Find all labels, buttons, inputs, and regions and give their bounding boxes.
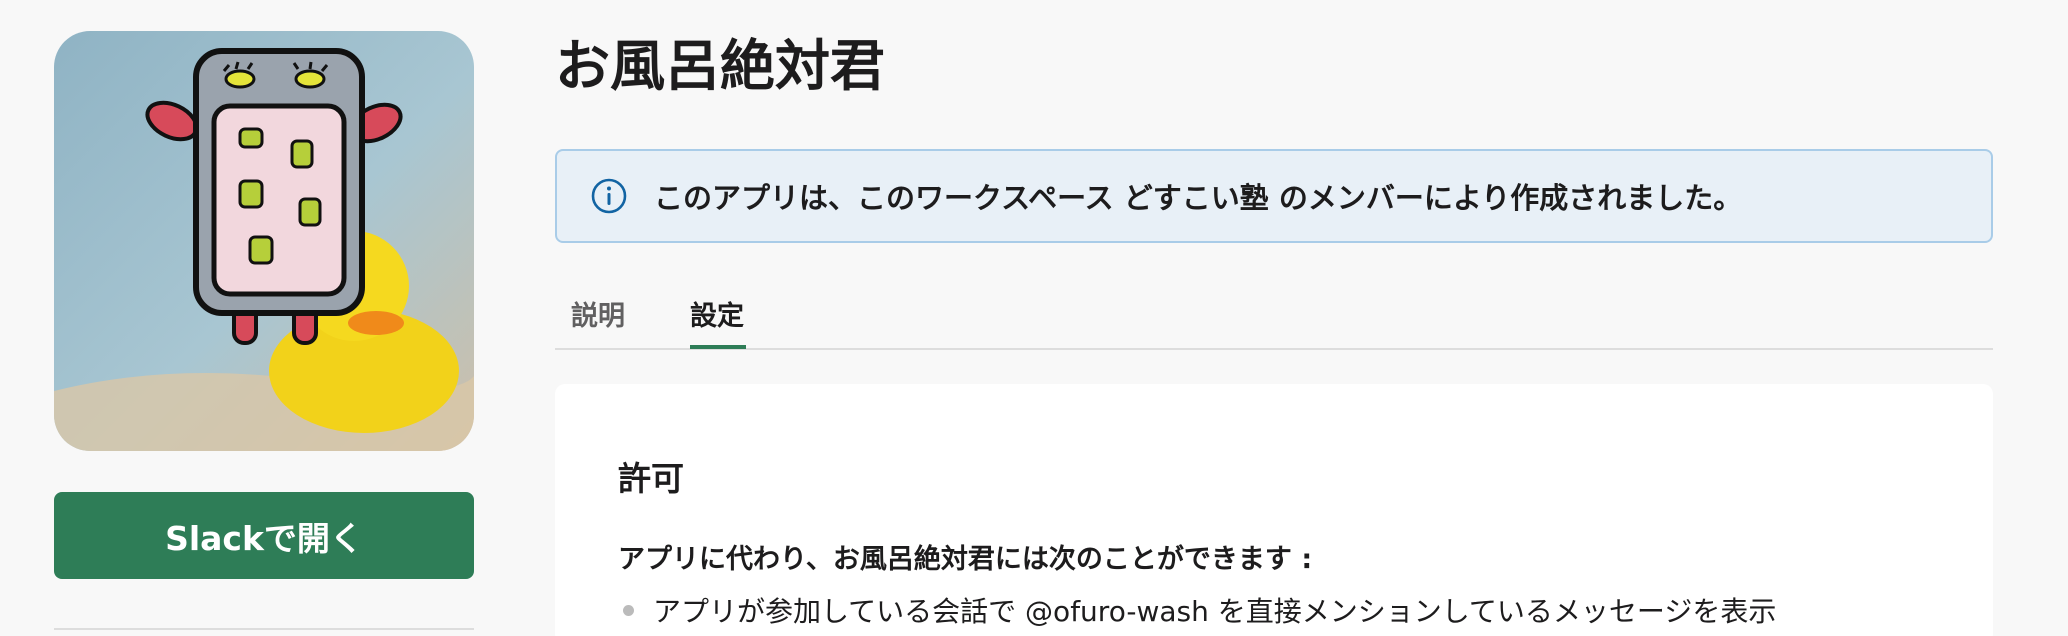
tab-description[interactable]: 説明 bbox=[571, 294, 625, 350]
open-in-slack-button[interactable]: Slackで開く bbox=[54, 492, 474, 579]
bullet-icon bbox=[623, 604, 634, 616]
app-icon-illustration bbox=[54, 31, 474, 451]
active-tab-indicator bbox=[690, 345, 746, 349]
notice-text: このアプリは、このワークスペース どすこい塾 のメンバーにより作成されました。 bbox=[654, 181, 1743, 215]
permissions-card: 許可 アプリに代わり、お風呂絶対君には次のことができます : アプリが参加してい… bbox=[555, 384, 1993, 636]
app-directory-page: Slackで開く お風呂絶対君 このアプリは、このワークスペース どすこい塾 の… bbox=[0, 0, 2068, 636]
permissions-subtitle: アプリに代わり、お風呂絶対君には次のことができます : bbox=[618, 544, 1313, 575]
workspace-notice-banner: このアプリは、このワークスペース どすこい塾 のメンバーにより作成されました。 bbox=[555, 149, 1993, 243]
left-divider bbox=[54, 628, 474, 630]
permissions-title: 許可 bbox=[618, 459, 684, 498]
info-icon bbox=[591, 178, 627, 214]
tab-bar: 説明 設定 bbox=[555, 280, 1993, 350]
permissions-list: アプリが参加している会話で @ofuro-wash を直接メンションしているメッ… bbox=[618, 590, 1776, 630]
permission-text: アプリが参加している会話で @ofuro-wash を直接メンションしているメッ… bbox=[653, 595, 1777, 628]
tab-settings[interactable]: 設定 bbox=[690, 294, 744, 350]
app-title: お風呂絶対君 bbox=[555, 34, 886, 98]
app-icon bbox=[54, 31, 474, 451]
permission-item: アプリが参加している会話で @ofuro-wash を直接メンションしているメッ… bbox=[618, 590, 1776, 630]
